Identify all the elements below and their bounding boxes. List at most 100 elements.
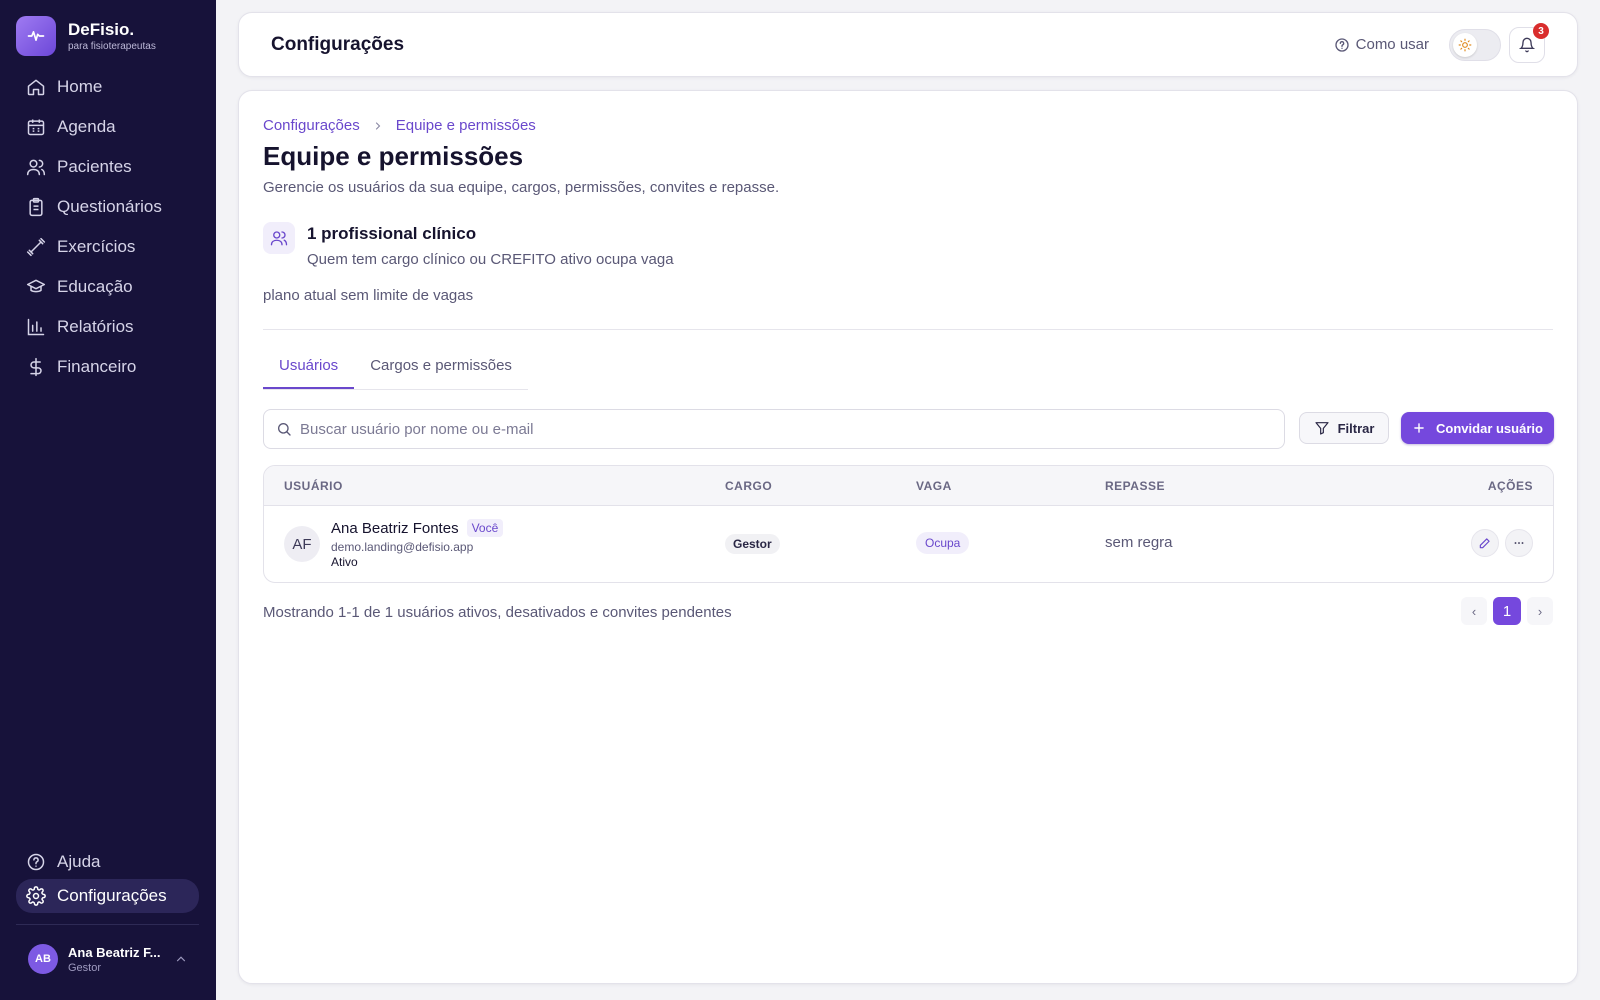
column-header-acoes: AÇÕES bbox=[1487, 479, 1533, 493]
nav-label: Pacientes bbox=[57, 157, 132, 176]
tab-bar: Usuários Cargos e permissões bbox=[263, 351, 528, 390]
column-header-vaga: VAGA bbox=[916, 479, 952, 493]
users-icon bbox=[263, 222, 295, 254]
nav-label: Ajuda bbox=[57, 852, 101, 871]
sidebar: DeFisio. para fisioterapeutas Home Agend… bbox=[0, 0, 216, 1000]
column-header-repasse: REPASSE bbox=[1105, 479, 1165, 493]
user-full-name: Ana Beatriz Fontes bbox=[331, 519, 459, 537]
users-table: USUÁRIO CARGO VAGA REPASSE AÇÕES AF Ana … bbox=[263, 465, 1554, 583]
sun-icon bbox=[1453, 33, 1477, 57]
nav-label: Configurações bbox=[57, 886, 167, 905]
nav-label: Questionários bbox=[57, 197, 162, 216]
breadcrumb-root-link[interactable]: Configurações bbox=[263, 117, 360, 134]
nav-label: Agenda bbox=[57, 117, 116, 136]
chevron-right-icon bbox=[375, 121, 381, 130]
nav-item-exercicios[interactable]: Exercícios bbox=[16, 230, 199, 264]
nav-item-pacientes[interactable]: Pacientes bbox=[16, 150, 199, 184]
page-title: Equipe e permissões bbox=[263, 141, 524, 171]
nav-label: Relatórios bbox=[57, 317, 134, 336]
filter-button[interactable]: Filtrar bbox=[1299, 412, 1389, 444]
table-header: USUÁRIO CARGO VAGA REPASSE AÇÕES bbox=[264, 466, 1553, 506]
prev-page-button[interactable]: ‹ bbox=[1461, 597, 1487, 625]
nav-label: Educação bbox=[57, 277, 133, 296]
user-menu[interactable]: AB Ana Beatriz F... Gestor bbox=[28, 944, 188, 974]
avatar: AF bbox=[284, 526, 320, 562]
main-content: Configurações Equipe e permissões Equipe… bbox=[238, 90, 1578, 984]
home-icon bbox=[27, 79, 45, 96]
seat-count-title: 1 profissional clínico bbox=[307, 224, 477, 243]
secondary-nav: Ajuda Configurações bbox=[16, 845, 199, 913]
brand[interactable]: DeFisio. para fisioterapeutas bbox=[16, 16, 156, 56]
main-nav: Home Agenda Pacientes Questionários Exer… bbox=[16, 70, 199, 390]
page-button-current[interactable]: 1 bbox=[1493, 597, 1521, 625]
top-header: Configurações Como usar 3 bbox=[238, 12, 1578, 77]
search-icon bbox=[278, 423, 291, 436]
more-horizontal-icon bbox=[1514, 542, 1524, 544]
invite-user-button[interactable]: Convidar usuário bbox=[1401, 412, 1554, 444]
tab-cargos-permissoes[interactable]: Cargos e permissões bbox=[354, 351, 528, 389]
edit-user-button[interactable] bbox=[1471, 529, 1499, 557]
brand-tagline: para fisioterapeutas bbox=[68, 41, 156, 52]
seat-count-subtitle: Quem tem cargo clínico ou CREFITO ativo … bbox=[307, 251, 674, 268]
results-summary: Mostrando 1-1 de 1 usuários ativos, desa… bbox=[263, 604, 732, 621]
brand-name: DeFisio. bbox=[68, 20, 135, 39]
repasse-value: sem regra bbox=[1105, 534, 1173, 551]
nav-label: Financeiro bbox=[57, 357, 137, 376]
more-actions-button[interactable] bbox=[1505, 529, 1533, 557]
how-to-use-label: Como usar bbox=[1355, 36, 1429, 53]
you-badge: Você bbox=[466, 519, 504, 537]
sidebar-divider bbox=[16, 924, 199, 925]
plan-note: plano atual sem limite de vagas bbox=[263, 287, 474, 304]
users-icon bbox=[26, 159, 46, 176]
divider bbox=[263, 329, 1553, 330]
filter-icon bbox=[1314, 422, 1329, 435]
calendar-icon bbox=[27, 119, 45, 136]
theme-toggle[interactable] bbox=[1449, 29, 1501, 61]
filter-label: Filtrar bbox=[1337, 420, 1375, 436]
seat-badge: Ocupa bbox=[916, 532, 970, 554]
nav-item-financeiro[interactable]: Financeiro bbox=[16, 350, 199, 384]
user-name: Ana Beatriz F... bbox=[68, 944, 161, 960]
bar-chart-icon bbox=[27, 318, 45, 336]
page-description: Gerencie os usuários da sua equipe, carg… bbox=[263, 179, 780, 196]
nav-item-educacao[interactable]: Educação bbox=[16, 270, 199, 304]
table-row[interactable]: AF Ana Beatriz Fontes Você demo.landing@… bbox=[264, 506, 1553, 582]
nav-item-questionarios[interactable]: Questionários bbox=[16, 190, 199, 224]
notifications-button[interactable]: 3 bbox=[1509, 23, 1549, 63]
notification-count-badge: 3 bbox=[1533, 23, 1549, 39]
breadcrumb: Configurações Equipe e permissões bbox=[263, 117, 536, 134]
help-circle-icon bbox=[1334, 37, 1349, 52]
breadcrumb-current-link[interactable]: Equipe e permissões bbox=[396, 117, 536, 134]
how-to-use-link[interactable]: Como usar bbox=[1334, 36, 1429, 53]
pagination: ‹ 1 › bbox=[1461, 597, 1553, 625]
nav-label: Exercícios bbox=[57, 237, 136, 256]
pencil-icon bbox=[1479, 538, 1490, 549]
header-title: Configurações bbox=[271, 34, 405, 55]
nav-item-home[interactable]: Home bbox=[16, 70, 199, 104]
dumbbell-icon bbox=[26, 237, 46, 257]
bell-icon bbox=[1519, 37, 1535, 53]
graduation-cap-icon bbox=[26, 279, 46, 293]
dollar-icon bbox=[30, 357, 42, 377]
next-page-button[interactable]: › bbox=[1527, 597, 1553, 625]
user-role: Gestor bbox=[68, 961, 102, 974]
column-header-usuario: USUÁRIO bbox=[284, 479, 343, 493]
help-circle-icon bbox=[27, 853, 45, 871]
search-input[interactable] bbox=[300, 420, 1284, 438]
invite-label: Convidar usuário bbox=[1436, 420, 1543, 436]
tab-usuarios[interactable]: Usuários bbox=[263, 351, 355, 389]
nav-item-ajuda[interactable]: Ajuda bbox=[16, 845, 199, 879]
user-name-cell: Ana Beatriz Fontes Você bbox=[331, 519, 504, 537]
search-box bbox=[263, 409, 1285, 449]
avatar: AB bbox=[28, 944, 58, 974]
nav-label: Home bbox=[57, 77, 103, 96]
nav-item-agenda[interactable]: Agenda bbox=[16, 110, 199, 144]
pulse-logo-icon bbox=[16, 16, 56, 56]
clipboard-icon bbox=[29, 197, 43, 217]
user-email: demo.landing@defisio.app bbox=[331, 540, 474, 554]
plus-icon bbox=[1414, 423, 1424, 433]
nav-item-configuracoes[interactable]: Configurações bbox=[16, 879, 199, 913]
nav-item-relatorios[interactable]: Relatórios bbox=[16, 310, 199, 344]
role-badge: Gestor bbox=[725, 534, 780, 554]
chevron-up-icon bbox=[176, 956, 186, 962]
